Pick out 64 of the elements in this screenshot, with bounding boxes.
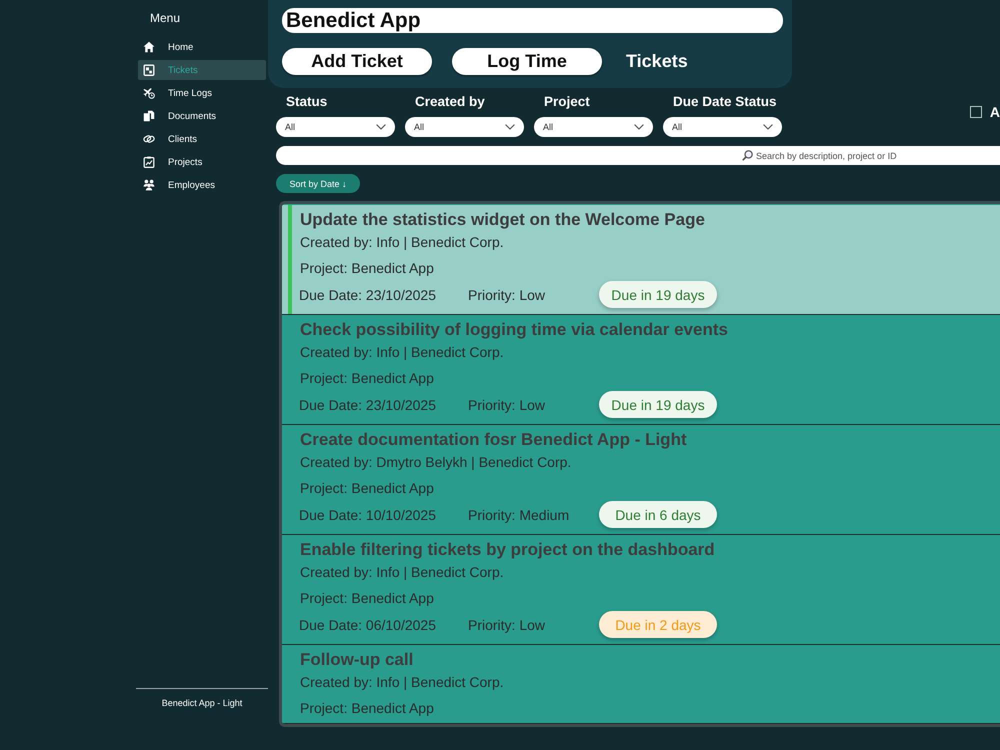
due-status-badge: Due in 2 days	[599, 611, 717, 638]
ticket-priority: Priority: Low	[468, 616, 546, 632]
documents-icon	[143, 110, 155, 122]
search-icon	[742, 150, 753, 161]
ticket-creator: Created by: Info | Benedict Corp.	[300, 343, 505, 361]
filter-label: Status	[285, 94, 328, 110]
sidebar-item[interactable]: Projects	[138, 152, 266, 172]
ticket-due-date: Due Date: 10/10/2025	[299, 506, 437, 522]
ticket-title: Check possibility of logging time via calendar events	[300, 319, 729, 341]
ticket-creator: Created by: Info | Benedict Corp.	[300, 233, 505, 251]
ticket-project: Project: Benedict App	[300, 589, 435, 607]
ticket-project: Project: Benedict App	[300, 369, 435, 387]
ticket-project: Project: Benedict App	[300, 259, 435, 277]
sidebar-item[interactable]: Employees	[138, 175, 266, 195]
filter-dropdown[interactable]: All	[276, 117, 395, 137]
sidebar-item[interactable]: Clients	[138, 129, 266, 149]
ticket-creator: Created by: Info | Benedict Corp.	[300, 563, 505, 581]
sidebar-footer-text: Benedict App - Light	[136, 688, 268, 709]
ticket-project: Project: Benedict App	[300, 479, 435, 497]
chevron-down-icon	[505, 124, 515, 130]
plane-clock-icon	[143, 87, 155, 99]
filter-label: Created by	[414, 94, 485, 110]
ticket-creator: Created by: Info | Benedict Corp.	[300, 673, 505, 691]
checkbox[interactable]	[970, 106, 982, 118]
sidebar-item[interactable]: Time Logs	[138, 83, 266, 103]
menu-title: Menu	[150, 10, 180, 26]
ticket-due-date: Due Date: 23/10/2025	[299, 396, 437, 412]
due-status-badge: Due in 6 days	[599, 501, 717, 528]
filter-dropdown[interactable]: All	[405, 117, 524, 137]
search-field[interactable]: Search by description, project or ID	[276, 146, 1000, 165]
filter-dropdown[interactable]: All	[534, 117, 653, 137]
chevron-down-icon	[763, 124, 773, 130]
chart-clipboard-icon	[143, 156, 155, 168]
ticket-project: Project: Benedict App	[300, 699, 435, 717]
ticket-due-date: Due Date: 06/10/2025	[299, 616, 437, 632]
ticket-card[interactable]: Update the statistics widget on the Welcome Page Created by: Info | Benedict Corp. Project: Benedict App Due Date: 23/10/2025 Priority: Low Due in 19 days	[282, 205, 1000, 315]
filter-dropdown[interactable]: All	[663, 117, 782, 137]
ticket-creator: Created by: Dmytro Belykh | Benedict Corp.	[300, 453, 572, 471]
people-icon	[143, 179, 155, 191]
action-button[interactable]: Log Time	[452, 48, 602, 75]
sort-button[interactable]: Sort by Date ↓	[276, 174, 360, 193]
due-status-badge: Due in 19 days	[599, 391, 717, 418]
due-status-badge: Due in 19 days	[599, 281, 717, 308]
clipboard-icon	[143, 64, 155, 76]
ticket-title: Enable filtering tickets by project on the dashboard	[300, 539, 716, 561]
filter-label: Project	[543, 94, 590, 110]
home-icon	[143, 41, 155, 53]
ticket-title: Create documentation fosr Benedict App - Light	[300, 429, 688, 451]
sidebar-item[interactable]: Documents	[138, 106, 266, 126]
action-button[interactable]: Add Ticket	[282, 48, 432, 75]
ticket-priority: Priority: Low	[468, 286, 546, 302]
chevron-down-icon	[376, 124, 386, 130]
ticket-title: Follow-up call	[300, 649, 414, 671]
chain-link-icon	[143, 133, 155, 145]
ticket-due-date: Due Date: 23/10/2025	[299, 286, 437, 302]
checkbox-label: A	[990, 105, 1000, 119]
app-title: Benedict App	[282, 8, 783, 33]
ticket-priority: Priority: Medium	[468, 506, 570, 522]
ticket-priority: Priority: Low	[468, 396, 546, 412]
filter-label: Due Date Status	[672, 94, 777, 110]
page-title: Tickets	[626, 51, 688, 72]
chevron-down-icon	[634, 124, 644, 130]
sidebar-item[interactable]: Home	[138, 37, 266, 57]
ticket-title: Update the statistics widget on the Welcome Page	[300, 209, 706, 231]
